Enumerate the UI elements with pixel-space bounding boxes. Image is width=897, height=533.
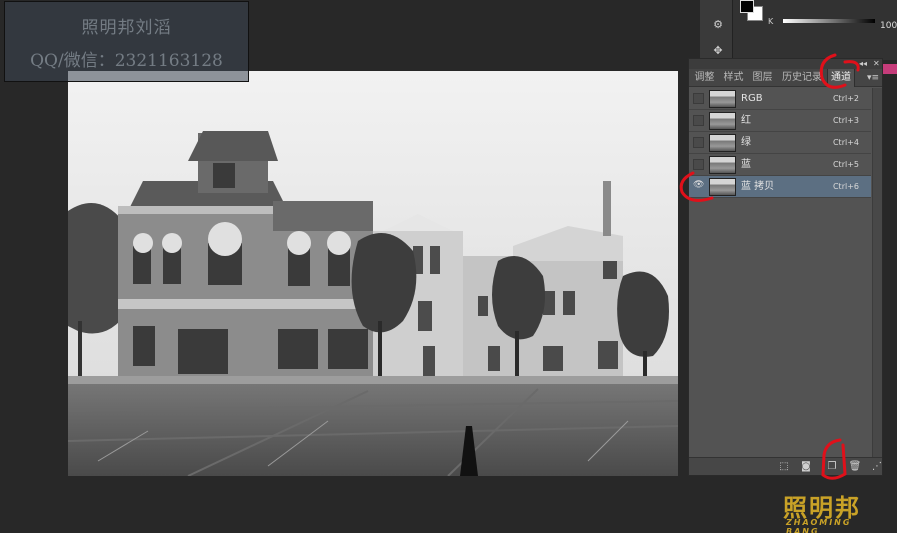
visibility-toggle[interactable] <box>693 159 704 170</box>
channel-row-blue-copy[interactable]: 👁 蓝 拷贝 Ctrl+6 <box>689 176 871 198</box>
panel-footer: ⬚ ◙ ❐ 🗑 ⋰ <box>689 457 882 475</box>
collapse-icon[interactable]: ◂◂ <box>859 59 867 69</box>
styles-icon[interactable]: ✥ <box>710 44 726 58</box>
channel-row-rgb[interactable]: RGB Ctrl+2 <box>689 88 871 110</box>
channel-row-red[interactable]: 红 Ctrl+3 <box>689 110 871 132</box>
tab-adjustments[interactable]: 调整 <box>691 69 718 87</box>
document-canvas[interactable] <box>68 71 678 476</box>
close-icon[interactable]: ✕ <box>873 59 880 69</box>
watermark: 照明邦刘滔 QQ/微信：2321163128 <box>4 1 249 82</box>
channel-row-green[interactable]: 绿 Ctrl+4 <box>689 132 871 154</box>
panel-menu-icon[interactable]: ▾≡ <box>867 69 879 87</box>
tab-history[interactable]: 历史记录 <box>778 69 826 87</box>
tab-channels[interactable]: 通道 <box>827 69 855 87</box>
channel-row-blue[interactable]: 蓝 Ctrl+5 <box>689 154 871 176</box>
eye-icon[interactable]: 👁 <box>693 181 704 192</box>
k-channel-label: K <box>768 17 774 26</box>
tab-styles[interactable]: 样式 <box>720 69 747 87</box>
channel-thumbnail <box>709 178 736 196</box>
brand-logo: 照明邦 ZHAOMING BANG <box>783 488 883 533</box>
channel-thumbnail <box>709 156 736 174</box>
channel-name: 绿 <box>741 137 751 148</box>
k-slider[interactable] <box>783 19 875 23</box>
panel-scrollbar[interactable] <box>872 88 882 458</box>
visibility-toggle[interactable] <box>693 93 704 104</box>
visibility-toggle[interactable] <box>693 115 704 126</box>
channel-shortcut: Ctrl+2 <box>832 94 859 103</box>
channel-name: RGB <box>741 93 763 104</box>
color-ramp-edge <box>883 64 897 74</box>
channel-name: 红 <box>741 115 751 126</box>
load-selection-icon[interactable]: ⬚ <box>777 460 791 473</box>
logo-english: ZHAOMING BANG <box>786 518 852 533</box>
panel-title-bar: ◂◂ ✕ <box>689 59 882 69</box>
panel-tabs: 调整 样式 图层 历史记录 通道 ▾≡ <box>689 69 882 87</box>
channel-shortcut: Ctrl+6 <box>832 182 859 191</box>
watermark-name: 照明邦刘滔 <box>81 18 172 38</box>
watermark-contact: QQ/微信：2321163128 <box>30 51 223 71</box>
street-photo <box>68 71 678 476</box>
new-channel-icon[interactable]: ❐ <box>825 460 839 473</box>
channel-shortcut: Ctrl+5 <box>832 160 859 169</box>
resize-grip-icon[interactable]: ⋰ <box>870 460 884 473</box>
channel-shortcut: Ctrl+4 <box>832 138 859 147</box>
visibility-toggle[interactable] <box>693 137 704 148</box>
adjustments-icon[interactable]: ⚙ <box>710 18 726 32</box>
channel-thumbnail <box>709 134 736 152</box>
foreground-color-swatch[interactable] <box>740 0 754 13</box>
channels-panel: ◂◂ ✕ 调整 样式 图层 历史记录 通道 ▾≡ RGB Ctrl+2 红 Ct… <box>688 58 883 476</box>
save-selection-icon[interactable]: ◙ <box>799 460 813 473</box>
channel-thumbnail <box>709 112 736 130</box>
k-value[interactable]: 100 <box>880 21 897 31</box>
channel-thumbnail <box>709 90 736 108</box>
tab-layers[interactable]: 图层 <box>749 69 776 87</box>
delete-channel-icon[interactable]: 🗑 <box>848 460 862 473</box>
channel-name: 蓝 <box>741 159 751 170</box>
channel-name: 蓝 拷贝 <box>741 181 775 192</box>
channel-shortcut: Ctrl+3 <box>832 116 859 125</box>
